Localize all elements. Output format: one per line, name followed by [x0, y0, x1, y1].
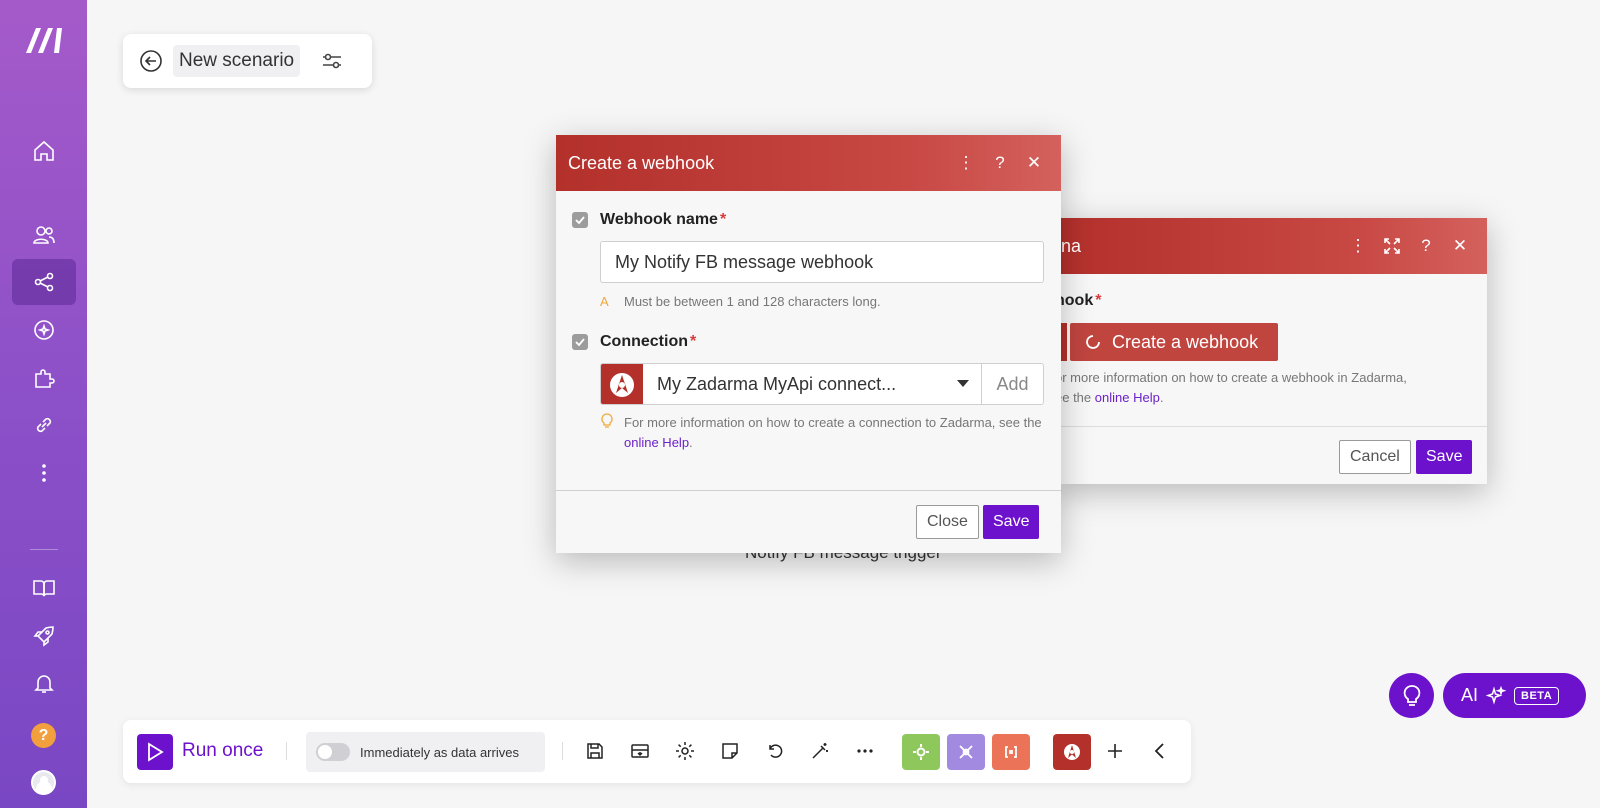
connection-value: My Zadarma MyApi connect...	[657, 373, 897, 394]
connection-hint: For more information on how to create a …	[600, 413, 1044, 453]
scenario-title[interactable]: New scenario	[173, 45, 301, 77]
docs-book-icon[interactable]	[12, 565, 76, 611]
toolbar-divider	[562, 742, 563, 760]
schedule-toggle[interactable]: Immediately as data arrives	[306, 732, 545, 772]
ai-agents-icon[interactable]	[12, 307, 76, 353]
chevron-down-icon[interactable]	[945, 364, 981, 404]
online-help-link[interactable]: online Help	[624, 435, 689, 450]
toggle-switch[interactable]	[316, 743, 350, 761]
close-icon[interactable]: ✕	[1017, 148, 1051, 178]
webhook-field-label: hook *	[1055, 292, 1102, 309]
help-question-icon[interactable]: ?	[983, 148, 1017, 178]
help-question-icon[interactable]: ?	[1409, 231, 1443, 261]
run-once-button[interactable]: Run once	[182, 740, 263, 762]
dialog-title: Create a webhook	[568, 152, 715, 173]
create-webhook-dialog: Create a webhook ⋮ ? ✕ Webhook name * My …	[556, 135, 1061, 553]
webhook-name-label: Webhook name *	[572, 211, 726, 229]
lightbulb-icon[interactable]	[1389, 673, 1434, 718]
close-button[interactable]: Close	[916, 505, 979, 539]
save-button[interactable]: Save	[983, 505, 1040, 539]
more-vertical-icon[interactable]	[12, 450, 76, 496]
tools-gear-icon[interactable]	[902, 734, 940, 770]
team-icon[interactable]	[12, 212, 76, 258]
scenarios-share-icon[interactable]	[12, 259, 76, 305]
connection-select[interactable]: My Zadarma MyApi connect... Add	[600, 363, 1044, 405]
home-icon[interactable]	[12, 128, 76, 174]
avatar[interactable]	[31, 770, 56, 795]
sidebar: ?	[0, 0, 87, 808]
sparkles-icon	[1486, 685, 1507, 705]
bottom-toolbar: Run once Immediately as data arrives	[123, 720, 1191, 783]
rocket-icon[interactable]	[12, 613, 76, 659]
chevron-left-icon[interactable]	[1143, 734, 1177, 768]
sidebar-divider	[30, 549, 58, 550]
settings-sliders-icon[interactable]	[320, 49, 344, 73]
cancel-button[interactable]: Cancel	[1339, 440, 1411, 474]
close-icon[interactable]: ✕	[1443, 231, 1477, 261]
webhook-name-hint: A Must be between 1 and 128 characters l…	[600, 292, 1044, 312]
add-connection-button[interactable]: Add	[981, 364, 1043, 404]
gear-icon[interactable]	[668, 734, 702, 768]
more-vertical-icon[interactable]: ⋮	[949, 148, 983, 178]
save-icon[interactable]	[578, 734, 612, 768]
play-icon[interactable]	[137, 734, 173, 770]
footer-divider	[1055, 426, 1487, 427]
scenario-header: New scenario	[123, 34, 372, 88]
toolbar-divider	[286, 742, 287, 760]
more-vertical-icon[interactable]: ⋮	[1341, 231, 1375, 261]
webhook-name-input[interactable]: My Notify FB message webhook	[600, 241, 1044, 283]
notifications-bell-icon[interactable]	[12, 660, 76, 706]
save-button[interactable]: Save	[1416, 440, 1473, 474]
make-logo[interactable]	[24, 26, 64, 54]
help-icon[interactable]: ?	[31, 723, 56, 748]
dialog-header: Create a webhook ⋮ ? ✕	[556, 135, 1061, 191]
checkbox[interactable]	[572, 334, 588, 350]
connection-label: Connection *	[572, 333, 696, 351]
text-parser-icon[interactable]	[992, 734, 1030, 770]
lightbulb-icon	[600, 413, 624, 453]
apps-puzzle-icon[interactable]	[12, 355, 76, 401]
module-settings-dialog: na ⋮ ? ✕ hook * Create a webhook or more …	[1055, 218, 1487, 484]
create-webhook-button[interactable]: Create a webhook	[1070, 323, 1278, 361]
webhook-hint: or more information on how to create a w…	[1055, 370, 1407, 405]
scheduling-icon[interactable]	[623, 734, 657, 768]
zadarma-logo-icon	[601, 364, 643, 404]
loading-spinner-icon	[1086, 335, 1100, 349]
checkbox[interactable]	[572, 212, 588, 228]
ai-assistant-button[interactable]: AI BETA	[1443, 673, 1586, 718]
online-help-link[interactable]: online Help	[1095, 390, 1160, 405]
dialog-title: na	[1061, 235, 1082, 256]
connections-link-icon[interactable]	[12, 402, 76, 448]
undo-icon[interactable]	[758, 734, 792, 768]
more-horizontal-icon[interactable]	[848, 734, 882, 768]
plus-icon[interactable]	[1098, 734, 1132, 768]
magic-wand-icon[interactable]	[803, 734, 837, 768]
notes-icon[interactable]	[713, 734, 747, 768]
beta-badge: BETA	[1514, 686, 1560, 705]
zadarma-app-icon[interactable]	[1053, 734, 1091, 770]
text-length-icon: A	[600, 294, 609, 309]
ai-label: AI	[1461, 685, 1479, 705]
flow-control-icon[interactable]	[947, 734, 985, 770]
footer-divider	[556, 490, 1061, 491]
schedule-label: Immediately as data arrives	[360, 744, 519, 760]
dialog-header: na ⋮ ? ✕	[1055, 218, 1487, 274]
back-arrow-icon[interactable]	[139, 49, 163, 73]
expand-icon[interactable]	[1375, 231, 1409, 261]
